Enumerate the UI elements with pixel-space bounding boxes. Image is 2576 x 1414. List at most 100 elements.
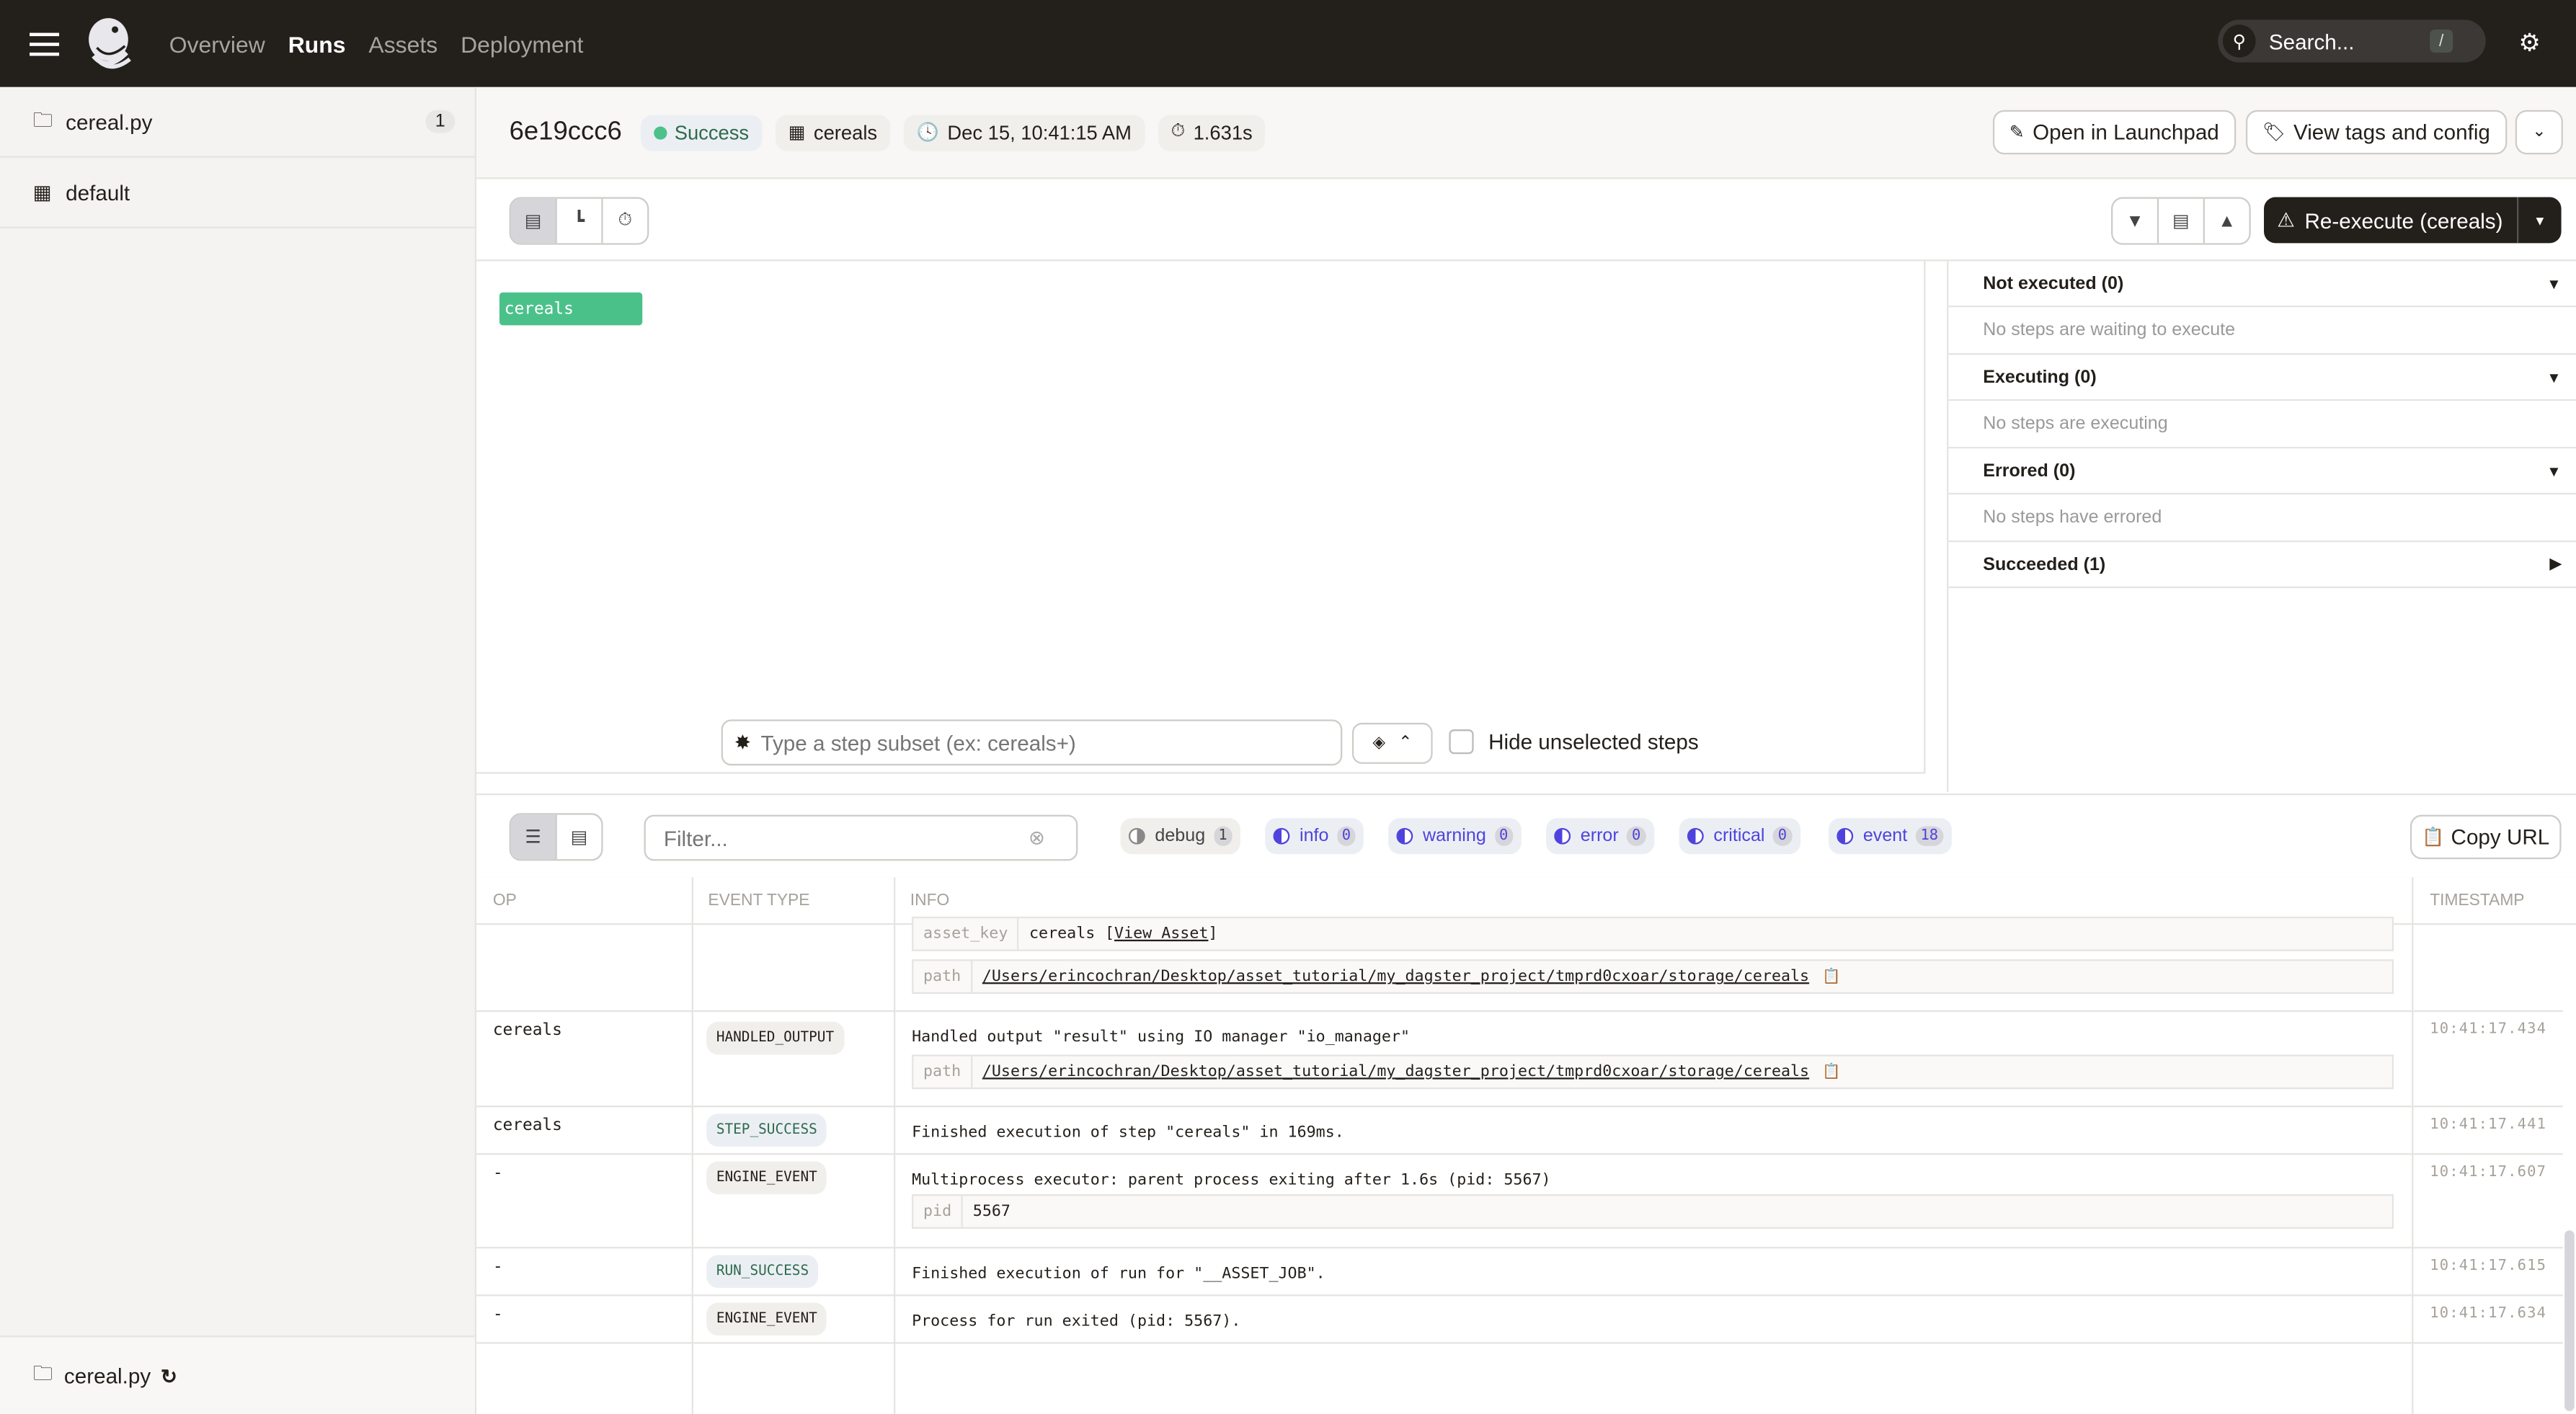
checkbox[interactable] xyxy=(1449,729,1474,755)
row-timestamp: 10:41:17.607 xyxy=(2430,1165,2547,1181)
structured-logs-button[interactable]: ☰ xyxy=(510,814,557,860)
log-scrollbar[interactable] xyxy=(2564,1230,2575,1412)
level-toggle-error[interactable]: error 0 xyxy=(1545,818,1654,855)
log-filter[interactable]: ⊗ xyxy=(644,814,1078,861)
sidebar-item-default[interactable]: ▦ default xyxy=(0,158,475,228)
row-op: - xyxy=(492,1258,503,1277)
reload-icon[interactable]: ↻ xyxy=(161,1364,177,1387)
timer-icon: ⏱ xyxy=(1171,121,1186,142)
tag-icon: 🏷 xyxy=(2262,123,2286,143)
gear-icon[interactable]: ⚙ xyxy=(2518,28,2541,58)
copy-url-label: Copy URL xyxy=(2451,824,2550,850)
section-empty-text: No steps are executing xyxy=(1948,401,2576,449)
row-message: Process for run exited (pid: 5567). xyxy=(912,1312,1241,1331)
section-title: Succeeded (1) xyxy=(1983,554,2106,574)
nav-runs[interactable]: Runs xyxy=(288,30,346,56)
more-actions-button[interactable]: ⌄ xyxy=(2515,110,2563,155)
waterfall-timer-button[interactable]: ⏱ xyxy=(603,199,648,244)
metadata-value: 5567 xyxy=(972,1202,1011,1221)
gantt-step-cereals[interactable]: cereals xyxy=(499,292,643,326)
column-header-info: INFO xyxy=(910,891,950,910)
step-subset-input[interactable]: ✸ xyxy=(721,719,1343,766)
expand-up-button[interactable]: ▲ xyxy=(2205,199,2249,244)
warning-icon: ⚠ xyxy=(2277,208,2295,232)
reexecute-main[interactable]: ⚠ Re-execute (cereals) xyxy=(2264,208,2517,232)
reexecute-dropdown[interactable]: ▼ xyxy=(2517,197,2562,244)
row-timestamp: 10:41:17.615 xyxy=(2430,1258,2547,1275)
reexecute-label: Re-execute (cereals) xyxy=(2304,208,2503,233)
job-tag[interactable]: ▦ cereals xyxy=(775,114,891,151)
section-errored[interactable]: Errored (0) ▼ xyxy=(1948,448,2576,495)
level-toggle-debug[interactable]: debug 1 xyxy=(1120,818,1240,855)
timer-icon: ⏱ xyxy=(618,210,633,231)
split-view-button[interactable]: ▤ xyxy=(2159,198,2205,244)
duration-tag: ⏱ 1.631s xyxy=(1158,114,1266,151)
raw-logs-button[interactable]: ▤ xyxy=(557,815,602,860)
level-count: 1 xyxy=(1213,826,1233,846)
level-label: event xyxy=(1862,826,1908,846)
log-table: OP EVENT TYPE INFO TIMESTAMP asset_key c… xyxy=(476,877,2576,1414)
tree-icon: ┗ xyxy=(573,212,585,232)
level-toggle-info[interactable]: info 0 xyxy=(1265,818,1364,855)
step-subset-field[interactable] xyxy=(757,728,1307,757)
caret-down-icon: ▼ xyxy=(2546,462,2562,479)
row-message: Finished execution of run for "__ASSET_J… xyxy=(912,1265,1325,1284)
level-count: 0 xyxy=(1336,826,1356,846)
event-type-badge: HANDLED_OUTPUT xyxy=(706,1021,844,1055)
open-launchpad-button[interactable]: ✎ Open in Launchpad xyxy=(1992,110,2236,155)
dagster-logo-icon[interactable] xyxy=(84,16,136,71)
log-toolbar: ☰ ▤ ⊗ debug 1 info 0 warning 0 error 0 xyxy=(476,793,2576,879)
level-label: error xyxy=(1580,826,1619,846)
log-filter-input[interactable] xyxy=(660,824,1029,852)
level-count: 0 xyxy=(1627,826,1646,846)
metadata-path: path /Users/erincochran/Desktop/asset_tu… xyxy=(912,959,2394,995)
status-label: Success xyxy=(674,120,750,144)
view-tags-button[interactable]: 🏷 View tags and config xyxy=(2245,110,2507,155)
table-row: asset_key cereals [View Asset] path /Use… xyxy=(476,916,2563,1013)
nav-overview[interactable]: Overview xyxy=(169,30,265,56)
level-toggle-warning[interactable]: warning 0 xyxy=(1388,818,1522,855)
metadata-pid: pid 5567 xyxy=(912,1194,2394,1229)
level-toggle-event[interactable]: event 18 xyxy=(1828,818,1952,855)
clear-icon[interactable]: ⊗ xyxy=(1029,827,1045,850)
section-executing[interactable]: Executing (0) ▼ xyxy=(1948,355,2576,401)
metadata-asset-key: asset_key cereals [View Asset] xyxy=(912,916,2394,951)
pencil-icon: ✎ xyxy=(2009,123,2025,143)
nav-assets[interactable]: Assets xyxy=(368,30,438,56)
row-op: - xyxy=(492,1306,503,1325)
sidebar: 🗀 cereal.py 1 ▦ default 🗀 cereal.py ↻ xyxy=(0,86,477,1414)
gantt-view-button[interactable]: ▤ xyxy=(510,198,557,244)
path-link[interactable]: /Users/erincochran/Desktop/asset_tutoria… xyxy=(972,1063,1809,1081)
expand-down-button[interactable]: ▼ xyxy=(2113,198,2159,244)
section-title: Errored (0) xyxy=(1983,461,2076,481)
level-toggle-critical[interactable]: critical 0 xyxy=(1679,818,1800,855)
gantt-toolbar: ▤ ┗ ⏱ ▼ ▤ ▲ ⚠ Re-execute (cereals) ▼ xyxy=(476,179,2576,262)
toggle-icon xyxy=(1554,827,1571,845)
nav-deployment[interactable]: Deployment xyxy=(461,30,583,56)
layer-select-button[interactable]: ◈ ⌃ xyxy=(1351,722,1433,764)
metadata-key: path xyxy=(913,961,973,992)
table-row: cereals STEP_SUCCESS Finished execution … xyxy=(476,1107,2563,1155)
copy-icon[interactable]: 📋 xyxy=(1822,969,1841,985)
folder-icon: 🗀 xyxy=(32,107,53,131)
hide-unselected-checkbox[interactable]: Hide unselected steps xyxy=(1449,729,1699,755)
toggle-icon xyxy=(1273,827,1290,845)
menu-icon[interactable] xyxy=(30,32,60,55)
view-mode-toggle: ▤ ┗ ⏱ xyxy=(509,197,649,245)
copy-icon[interactable]: 📋 xyxy=(1822,1064,1841,1080)
split-icon: ▤ xyxy=(2172,212,2190,232)
level-count: 18 xyxy=(1915,826,1943,846)
sidebar-item-cereal-py[interactable]: 🗀 cereal.py 1 xyxy=(0,87,475,158)
dagster-run-page: Overview Runs Assets Deployment ⚲ Search… xyxy=(0,0,2576,1414)
sidebar-item-count: 1 xyxy=(425,110,456,133)
copy-url-button[interactable]: 📋 Copy URL xyxy=(2410,814,2562,860)
tree-view-button[interactable]: ┗ xyxy=(557,198,603,244)
section-succeeded[interactable]: Succeeded (1) ▶ xyxy=(1948,542,2576,589)
expand-down-icon: ▼ xyxy=(2126,210,2144,231)
section-not-executed[interactable]: Not executed (0) ▼ xyxy=(1948,261,2576,308)
view-asset-link[interactable]: View Asset xyxy=(1114,925,1208,943)
layers-icon: ◈ xyxy=(1372,734,1385,752)
sidebar-footer-label[interactable]: cereal.py xyxy=(64,1364,151,1388)
search-input[interactable]: ⚲ Search... / xyxy=(2218,19,2486,63)
path-link[interactable]: /Users/erincochran/Desktop/asset_tutoria… xyxy=(972,968,1809,986)
